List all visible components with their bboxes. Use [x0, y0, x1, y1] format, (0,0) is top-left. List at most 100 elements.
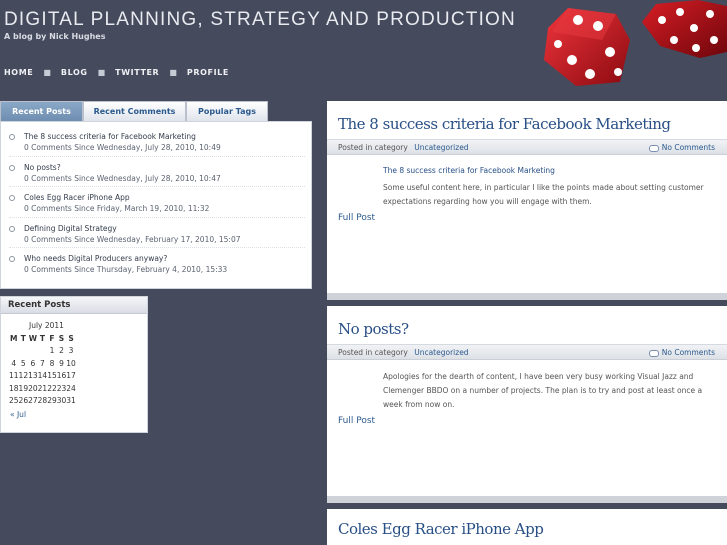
- calendar-widget: Recent Posts July 2011 M T W T F S S 123…: [0, 296, 148, 433]
- calendar-day: 30: [56, 396, 67, 406]
- calendar-day: 29: [47, 396, 57, 406]
- post-title[interactable]: No posts?: [338, 320, 727, 338]
- calendar-day: [9, 345, 19, 358]
- calendar-grid: M T W T F S S 1 2 3 4 5 6 7 8 9 10 11 12 13 14 15 16 17 1…: [9, 332, 76, 407]
- calendar-day: 15: [47, 371, 57, 381]
- calendar-day: 2: [59, 346, 64, 356]
- calendar-day: 24: [66, 383, 76, 393]
- post-category-link[interactable]: Uncategorized: [414, 143, 468, 152]
- recent-post-link[interactable]: Coles Egg Racer iPhone App: [24, 193, 305, 202]
- calendar-day: [28, 345, 38, 358]
- calendar-week: 11 12 13 14 15 16 17: [9, 370, 76, 383]
- list-item: Defining Digital Strategy 0 Comments Sin…: [9, 218, 305, 248]
- nav-separator: ■: [43, 68, 51, 77]
- posted-in-label: Posted in category: [338, 143, 408, 152]
- calendar-week: 25 26 27 28 29 30 31: [9, 395, 76, 408]
- list-item: Coles Egg Racer iPhone App 0 Comments Si…: [9, 187, 305, 218]
- day-header: F: [49, 333, 55, 343]
- day-header: S: [58, 333, 65, 343]
- calendar-day: 18: [9, 383, 19, 393]
- site-title[interactable]: DIGITAL PLANNING, STRATEGY AND PRODUCTIO…: [4, 9, 516, 31]
- calendar-day: 22: [47, 383, 57, 393]
- calendar-week: 18 19 20 21 22 23 24: [9, 382, 76, 395]
- posted-in-label: Posted in category: [338, 348, 408, 357]
- comment-icon: [648, 349, 659, 357]
- calendar-day: 21: [37, 383, 48, 393]
- full-post-link[interactable]: Full Post: [338, 213, 727, 223]
- full-post-link[interactable]: Full Post: [338, 416, 727, 426]
- tab-recent-posts[interactable]: Recent Posts: [0, 101, 83, 121]
- post-category-link[interactable]: Uncategorized: [414, 348, 468, 357]
- nav-separator: ■: [97, 68, 106, 77]
- calendar-week: 123: [9, 345, 76, 358]
- recent-post-link[interactable]: Who needs Digital Producers anyway?: [24, 254, 305, 263]
- tab-recent-comments[interactable]: Recent Comments: [83, 101, 186, 121]
- calendar-day: 31: [66, 396, 76, 406]
- calendar-day: 19: [18, 383, 29, 393]
- dice-icon: [544, 0, 727, 86]
- post-title[interactable]: Coles Egg Racer iPhone App: [338, 520, 727, 538]
- recent-posts-panel: The 8 success criteria for Facebook Mark…: [0, 121, 312, 289]
- calendar-day-headers: M T W T F S S: [9, 332, 76, 345]
- calendar-day: 28: [37, 396, 48, 406]
- main-nav: HOME ■ BLOG ■ TWITTER ■ PROFILE: [4, 68, 229, 77]
- calendar-day: 14: [37, 371, 48, 381]
- nav-blog[interactable]: BLOG: [61, 68, 88, 77]
- day-header: T: [20, 333, 26, 343]
- list-item: The 8 success criteria for Facebook Mark…: [9, 126, 305, 157]
- recent-post-meta: 0 Comments Since Thursday, February 4, 2…: [24, 265, 228, 274]
- bullet-icon: [9, 225, 15, 232]
- calendar-day: 27: [28, 396, 38, 406]
- calendar-week: 4 5 6 7 8 9 10: [9, 357, 75, 370]
- recent-post-meta: 0 Comments Since Wednesday, July 28, 201…: [24, 143, 221, 152]
- bullet-icon: [9, 164, 15, 171]
- tab-popular-tags[interactable]: Popular Tags: [186, 101, 268, 121]
- calendar-day: 1: [49, 346, 55, 356]
- post-comments-link[interactable]: No Comments: [648, 140, 715, 155]
- post-card: Coles Egg Racer iPhone App: [327, 509, 727, 545]
- day-header: T: [39, 333, 45, 343]
- bullet-icon: [9, 134, 15, 140]
- recent-post-link[interactable]: The 8 success criteria for Facebook Mark…: [24, 132, 305, 141]
- calendar-prev-link[interactable]: « Jul: [10, 410, 147, 419]
- post-comments-link[interactable]: No Comments: [648, 345, 715, 360]
- list-item: Who needs Digital Producers anyway? 0 Co…: [9, 248, 305, 279]
- post-title[interactable]: The 8 success criteria for Facebook Mark…: [338, 115, 727, 133]
- post-inline-link[interactable]: The 8 success criteria for Facebook Mark…: [383, 166, 727, 175]
- post-body: Some useful content here, in particular …: [383, 183, 704, 206]
- recent-post-meta: 0 Comments Since Wednesday, July 28, 201…: [24, 173, 221, 183]
- comment-icon: [648, 144, 659, 152]
- calendar-caption: July 2011: [29, 321, 64, 330]
- day-header: W: [28, 333, 37, 343]
- recent-post-link[interactable]: No posts?: [24, 163, 305, 172]
- calendar-day: 20: [28, 383, 38, 393]
- post-card: The 8 success criteria for Facebook Mark…: [327, 101, 727, 300]
- calendar-day: 13: [28, 371, 38, 381]
- calendar-day: 11: [9, 371, 19, 381]
- calendar-body: 1 2 3 4 5 6 7 8 9 10 11 12 13 14 15 16 17 18 19 20 21 22 23 24 2…: [9, 345, 76, 408]
- day-header: S: [68, 333, 74, 343]
- tab-widget: Recent Posts Recent Comments Popular Tag…: [0, 101, 312, 289]
- calendar-day: 3: [68, 346, 74, 356]
- list-item: No posts? 0 Comments Since Wednesday, Ju…: [9, 157, 305, 187]
- bullet-icon: [9, 195, 15, 201]
- comments-label: No Comments: [661, 143, 715, 152]
- calendar-day: [19, 345, 29, 358]
- recent-post-meta: 0 Comments Since Wednesday, February 17,…: [24, 234, 241, 244]
- nav-separator: ■: [169, 68, 177, 77]
- calendar-day: 6: [30, 358, 36, 368]
- calendar-day: 25: [9, 396, 19, 406]
- nav-home[interactable]: HOME: [4, 68, 33, 77]
- day-header: M: [10, 333, 18, 343]
- comments-label: No Comments: [661, 348, 715, 357]
- recent-post-meta: 0 Comments Since Friday, March 19, 2010,…: [24, 204, 210, 213]
- calendar-day: 5: [20, 358, 26, 368]
- calendar-day: 23: [56, 383, 67, 393]
- bullet-icon: [9, 256, 15, 262]
- calendar-day: 17: [66, 371, 76, 381]
- tab-bar: Recent Posts Recent Comments Popular Tag…: [0, 101, 312, 121]
- nav-twitter[interactable]: TWITTER: [115, 68, 159, 77]
- calendar-day: 8: [49, 358, 55, 368]
- nav-profile[interactable]: PROFILE: [187, 68, 229, 77]
- recent-post-link[interactable]: Defining Digital Strategy: [24, 224, 305, 233]
